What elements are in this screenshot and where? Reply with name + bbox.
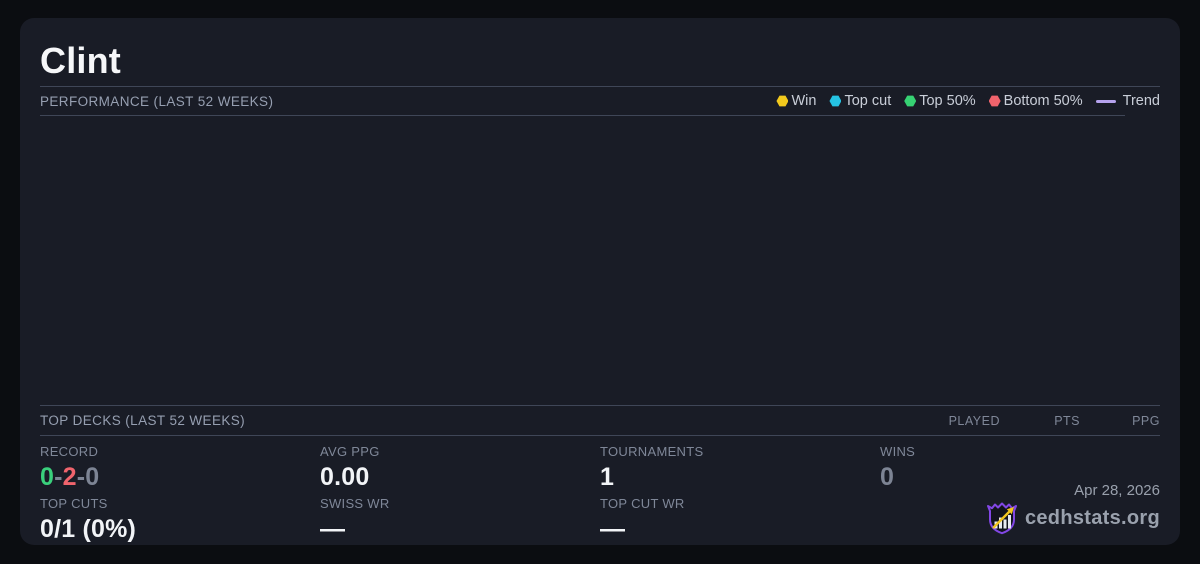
record-separator: -: [54, 463, 63, 491]
wins-label: WINS: [880, 444, 916, 459]
column-header-ppg: PPG: [1132, 413, 1160, 428]
tournaments-label: TOURNAMENTS: [600, 444, 704, 459]
record-wins: 0: [40, 463, 55, 491]
column-header-played: PLAYED: [948, 413, 1000, 428]
performance-section-title: PERFORMANCE (LAST 52 WEEKS): [40, 93, 274, 109]
swiss-wr-value: —: [320, 515, 346, 543]
legend-item-bottom-50-: Bottom 50%: [988, 93, 1083, 109]
performance-chart-empty: [40, 116, 1160, 405]
legend-item-top-50-: Top 50%: [904, 93, 976, 109]
top-cut-wr-value: —: [600, 515, 626, 543]
trend-legend-line: [1095, 99, 1116, 103]
stat-top-cut-wr: TOP CUT WR —: [600, 496, 880, 543]
legend-label: Top cut: [844, 93, 892, 109]
record-draws: 0: [85, 463, 100, 491]
top-cut-legend-dot: [829, 95, 842, 107]
player-name-title: Clint: [40, 40, 121, 81]
column-header-pts: PTS: [1054, 413, 1080, 428]
tournaments-value: 1: [600, 463, 615, 491]
legend-item-top-cut: Top cut: [829, 93, 891, 109]
record-label: RECORD: [40, 444, 99, 459]
chart-legend: Win Top cut Top 50% Bottom 50% Trend: [776, 93, 1160, 109]
legend-label: Bottom 50%: [1003, 93, 1083, 109]
record-losses: 2: [62, 463, 77, 491]
legend-item-trend: Trend: [1095, 93, 1160, 109]
stat-record: RECORD 0-2-0: [40, 444, 320, 491]
brand-row: cedhstats.org: [986, 502, 1160, 535]
stat-avg-ppg: AVG PPG 0.00: [320, 444, 600, 491]
top-cuts-label: TOP CUTS: [40, 496, 108, 511]
top-decks-section-title: TOP DECKS (LAST 52 WEEKS): [40, 413, 246, 428]
top-decks-bottom-divider: [40, 435, 1160, 436]
bar-3: [1003, 519, 1007, 529]
win-legend-dot: [776, 95, 789, 107]
performance-header-row: PERFORMANCE (LAST 52 WEEKS) Win Top cut To…: [40, 87, 1160, 115]
page-background: { "player": { "name": "Clint" }, "perfor…: [0, 0, 1200, 564]
legend-item-win: Win: [776, 93, 816, 109]
avg-ppg-label: AVG PPG: [320, 444, 380, 459]
bottom-50-legend-dot: [988, 95, 1001, 107]
top-cuts-value: 0/1 (0%): [40, 515, 137, 543]
footer-block: Apr 28, 2026 cedhstats.org: [986, 482, 1160, 535]
stat-swiss-wr: SWISS WR —: [320, 496, 600, 543]
legend-label: Trend: [1122, 93, 1160, 109]
avg-ppg-value: 0.00: [320, 463, 370, 491]
swiss-wr-label: SWISS WR: [320, 496, 390, 511]
player-stats-card: Clint PERFORMANCE (LAST 52 WEEKS) Win Top…: [20, 18, 1180, 545]
record-value: 0-2-0: [40, 463, 320, 491]
footer-date: Apr 28, 2026: [1074, 482, 1160, 499]
legend-label: Win: [791, 93, 817, 109]
stat-tournaments: TOURNAMENTS 1: [600, 444, 880, 491]
top-cut-wr-label: TOP CUT WR: [600, 496, 685, 511]
top-decks-header-row: TOP DECKS (LAST 52 WEEKS) PLAYED PTS PPG: [40, 406, 1160, 435]
record-separator: -: [76, 463, 86, 491]
cedhstats-shield-logo-icon: [986, 502, 1017, 535]
bar-4: [1007, 515, 1011, 529]
top-50-legend-dot: [904, 95, 917, 107]
brand-name: cedhstats.org: [1024, 507, 1160, 529]
top-decks-column-headers: PLAYED PTS PPG: [920, 414, 1160, 428]
stat-top-cuts: TOP CUTS 0/1 (0%): [40, 496, 320, 543]
legend-label: Top 50%: [919, 93, 976, 109]
